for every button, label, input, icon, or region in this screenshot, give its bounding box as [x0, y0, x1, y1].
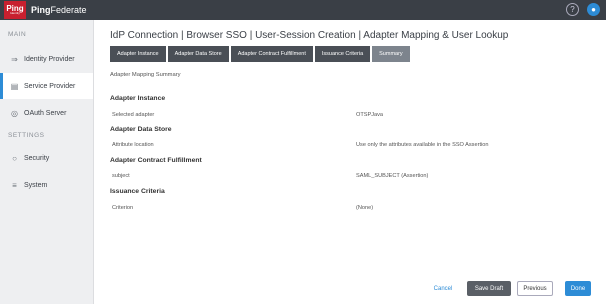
- oauth-server-icon: ◎: [11, 108, 18, 118]
- sidebar-item-label: Security: [24, 154, 50, 162]
- row-label: Selected adapter: [112, 112, 155, 118]
- lock-icon: ○: [12, 153, 17, 163]
- section-title: Adapter Contract Fulfillment: [110, 157, 202, 164]
- save-draft-button[interactable]: Save Draft: [467, 281, 511, 296]
- cancel-button[interactable]: Cancel: [427, 281, 459, 296]
- sidebar-item-label: OAuth Server: [24, 109, 67, 117]
- sidebar: MAIN ⇒ Identity Provider ▤ Service Provi…: [0, 20, 94, 304]
- tab-summary[interactable]: Summary: [372, 46, 410, 62]
- ping-logo[interactable]: Ping Identity: [4, 1, 26, 19]
- row-value: SAML_SUBJECT (Assertion): [356, 173, 429, 179]
- tab-adapter-instance[interactable]: Adapter Instance: [110, 46, 166, 62]
- tab-issuance-criteria[interactable]: Issuance Criteria: [314, 46, 371, 62]
- product-name: PingFederate: [31, 5, 87, 15]
- top-bar: Ping Identity PingFederate ? ●: [0, 0, 606, 20]
- row-label: Attribute location: [112, 142, 154, 148]
- done-button[interactable]: Done: [565, 281, 591, 296]
- sidebar-section-main: MAIN: [8, 31, 27, 38]
- section-title: Adapter Instance: [110, 95, 166, 102]
- sidebar-section-settings: SETTINGS: [8, 132, 45, 139]
- row-label: subject: [112, 173, 130, 179]
- row-value: OTSPJava: [356, 112, 384, 118]
- section-title: Adapter Data Store: [110, 126, 172, 133]
- help-icon[interactable]: ?: [566, 3, 579, 16]
- row-value: (None): [356, 205, 374, 211]
- sidebar-item-label: System: [24, 181, 48, 189]
- sidebar-item-security[interactable]: ○ Security: [0, 145, 93, 171]
- row-value: Use only the attributes available in the…: [356, 142, 489, 148]
- system-icon: ≡: [12, 180, 17, 190]
- section-title: Issuance Criteria: [110, 188, 165, 195]
- sidebar-item-oauth-server[interactable]: ◎ OAuth Server: [0, 100, 93, 126]
- tab-adapter-contract-fulfillment[interactable]: Adapter Contract Fulfillment: [230, 46, 313, 62]
- sidebar-item-system[interactable]: ≡ System: [0, 172, 93, 198]
- brand-product: Federate: [50, 5, 87, 15]
- sidebar-item-label: Identity Provider: [24, 55, 75, 63]
- footer-actions: Cancel Save Draft Previous Done: [94, 280, 606, 300]
- brand-main: Ping: [31, 5, 51, 15]
- summary-heading: Adapter Mapping Summary: [110, 72, 181, 78]
- sidebar-item-identity-provider[interactable]: ⇒ Identity Provider: [0, 46, 93, 72]
- logo-sub-text: Identity: [10, 11, 20, 15]
- wizard-tabs: Adapter Instance Adapter Data Store Adap…: [110, 46, 412, 62]
- row-label: Criterion: [112, 205, 134, 211]
- sidebar-item-label: Service Provider: [24, 82, 76, 90]
- sidebar-item-service-provider[interactable]: ▤ Service Provider: [0, 73, 93, 99]
- identity-provider-icon: ⇒: [11, 54, 18, 64]
- tab-adapter-data-store[interactable]: Adapter Data Store: [167, 46, 229, 62]
- user-icon[interactable]: ●: [587, 3, 600, 16]
- main-content: IdP Connection | Browser SSO | User-Sess…: [94, 20, 606, 304]
- service-provider-icon: ▤: [10, 81, 19, 91]
- previous-button[interactable]: Previous: [517, 281, 553, 296]
- page-title: IdP Connection | Browser SSO | User-Sess…: [110, 30, 509, 41]
